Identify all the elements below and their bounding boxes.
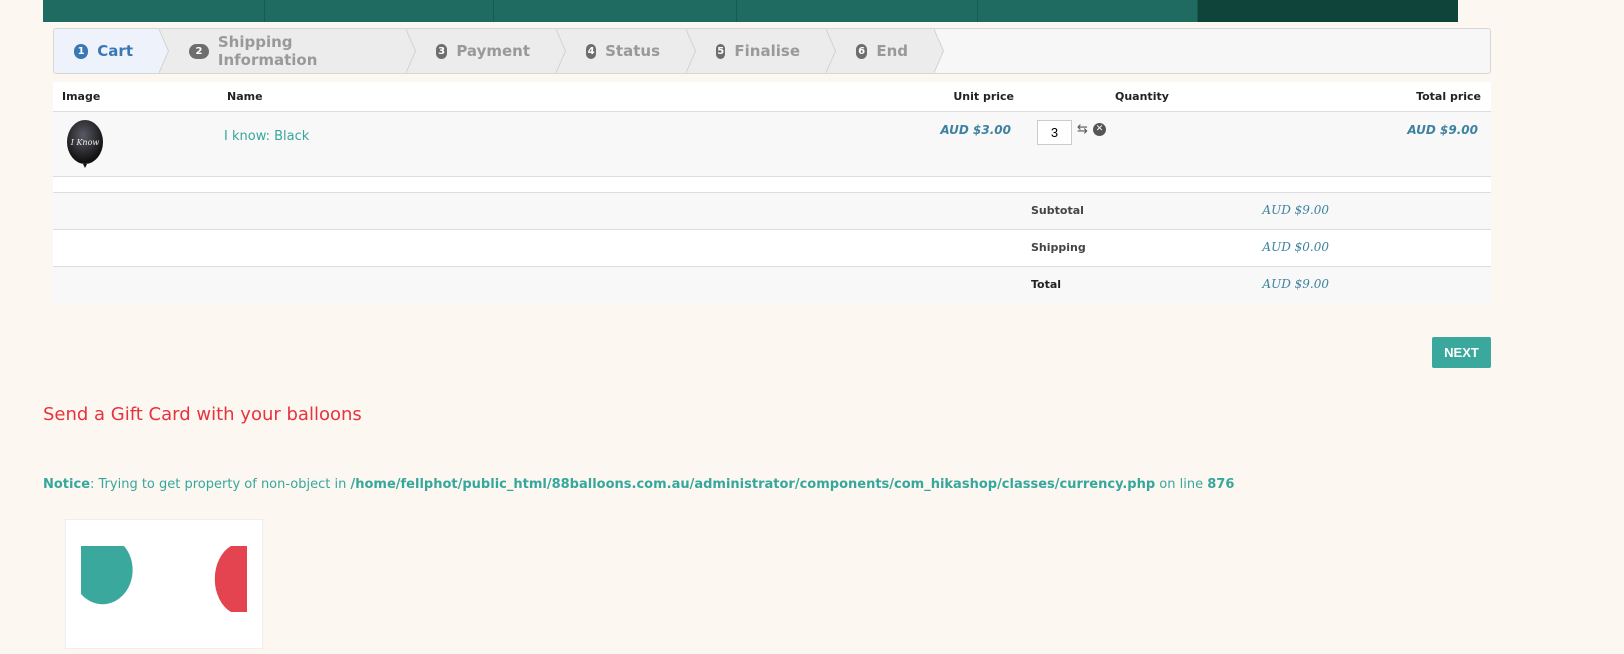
total-value: AUD $9.00	[1262, 277, 1329, 291]
step-label: Payment	[456, 42, 530, 60]
php-notice: Notice: Trying to get property of non-ob…	[43, 477, 1234, 492]
notice-path: /home/fellphot/public_html/88balloons.co…	[350, 477, 1156, 492]
step-payment[interactable]: 3 Payment	[406, 29, 566, 73]
table-header: Image Name Unit price Quantity Total pri…	[53, 82, 1491, 112]
header-unit-price: Unit price	[953, 90, 1014, 103]
step-number: 5	[716, 43, 726, 59]
header-image: Image	[62, 90, 101, 103]
nav-segment[interactable]	[43, 0, 265, 22]
table-row: I Know I know: Black AUD $3.00 ⇆ ✕ AUD $…	[53, 112, 1491, 177]
notice-line-number: 876	[1207, 477, 1235, 492]
gift-card-option[interactable]	[65, 519, 263, 649]
svg-text:I Know: I Know	[70, 138, 100, 147]
shipping-value: AUD $0.00	[1262, 240, 1329, 254]
spacer-row	[53, 177, 1491, 193]
gift-card-heading: Send a Gift Card with your balloons	[43, 404, 362, 425]
shipping-row: Shipping AUD $0.00	[53, 230, 1491, 267]
next-button[interactable]: NEXT	[1432, 337, 1491, 368]
step-label: Status	[605, 42, 660, 60]
nav-segment[interactable]	[978, 0, 1198, 22]
unit-price: AUD $3.00	[940, 123, 1011, 137]
product-name-link[interactable]: I know: Black	[224, 129, 309, 144]
header-total-price: Total price	[1416, 90, 1481, 103]
header-name: Name	[227, 90, 263, 103]
shipping-label: Shipping	[1031, 241, 1086, 254]
nav-segment-active[interactable]	[1198, 0, 1458, 22]
step-number: 6	[856, 43, 868, 59]
step-number: 2	[189, 43, 209, 59]
step-shipping-information[interactable]: 2 Shipping Information	[159, 29, 416, 73]
step-label: Shipping Information	[217, 33, 318, 69]
step-number: 4	[586, 43, 597, 59]
step-finalise[interactable]: 5 Finalise	[686, 29, 836, 73]
step-end[interactable]: 6 End	[826, 29, 944, 73]
notice-message: : Trying to get property of non-object i…	[90, 477, 351, 492]
subtotal-label: Subtotal	[1031, 204, 1084, 217]
step-label: Cart	[97, 42, 133, 60]
quantity-input[interactable]	[1037, 120, 1072, 145]
notice-label: Notice	[43, 477, 91, 492]
subtotal-value: AUD $9.00	[1262, 203, 1329, 217]
step-label: End	[876, 42, 908, 60]
step-number: 3	[436, 43, 448, 59]
cart-table: Image Name Unit price Quantity Total pri…	[53, 82, 1491, 304]
step-label: Finalise	[734, 42, 800, 60]
step-status[interactable]: 4 Status	[556, 29, 696, 73]
refresh-icon[interactable]: ⇆	[1077, 122, 1088, 137]
step-cart[interactable]: 1 Cart	[54, 29, 169, 73]
nav-segment[interactable]	[494, 0, 737, 22]
total-label: Total	[1031, 278, 1062, 291]
gift-card-image	[81, 546, 247, 612]
product-image[interactable]: I Know	[66, 120, 104, 170]
nav-segment[interactable]	[265, 0, 494, 22]
subtotal-row: Subtotal AUD $9.00	[53, 193, 1491, 230]
total-row: Total AUD $9.00	[53, 267, 1491, 304]
notice-on-line: on line	[1155, 477, 1208, 492]
top-navigation-bar	[43, 0, 1458, 22]
checkout-steps: 1 Cart 2 Shipping Information 3 Payment 4 St…	[53, 28, 1491, 74]
header-quantity: Quantity	[1115, 90, 1169, 103]
step-number: 1	[74, 43, 89, 59]
remove-icon[interactable]: ✕	[1093, 123, 1106, 136]
nav-segment[interactable]	[737, 0, 978, 22]
total-price: AUD $9.00	[1407, 123, 1478, 137]
